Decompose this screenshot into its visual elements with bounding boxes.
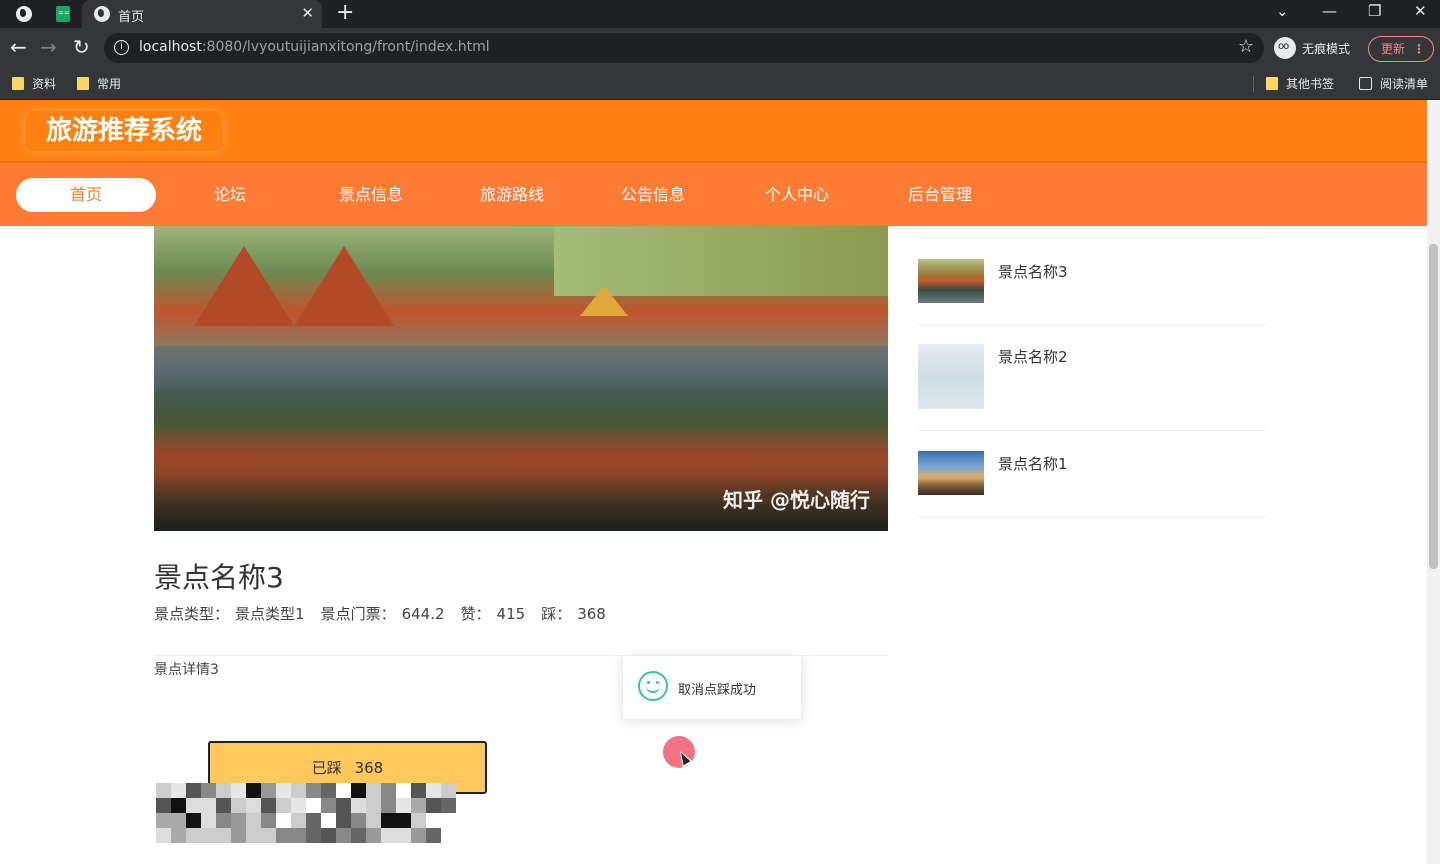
tab-title: 首页 <box>118 10 145 25</box>
page-scrollbar[interactable] <box>1427 100 1440 864</box>
bookmark-separator <box>1253 76 1254 92</box>
sidebar-attraction-item[interactable]: 景点名称3 <box>918 239 1266 325</box>
chevron-down-icon[interactable]: ⌄ <box>1276 2 1289 20</box>
nav-item-admin[interactable]: 后台管理 <box>870 178 1010 212</box>
bookmark-label: 常用 <box>97 77 122 91</box>
reading-list-icon <box>1359 77 1372 90</box>
sidebar-attraction-item[interactable]: 景点名称1 <box>918 431 1266 517</box>
tread-button-count: 368 <box>354 759 384 777</box>
attraction-title: 景点名称3 <box>154 561 284 594</box>
globe-icon <box>94 6 110 22</box>
forward-arrow-icon[interactable]: → <box>40 35 57 59</box>
url-text: localhost:8080/lvyoutuijianxitong/front/… <box>139 39 490 55</box>
attraction-thumbnail[interactable] <box>918 259 984 303</box>
back-arrow-icon[interactable]: ← <box>10 35 27 59</box>
reload-icon[interactable]: ↻ <box>73 35 90 59</box>
sidebar-attraction-name[interactable]: 景点名称2 <box>998 346 1068 367</box>
incognito-icon <box>1274 37 1296 59</box>
nav-item-home[interactable]: 首页 <box>16 178 156 212</box>
app-tab-icon[interactable] <box>56 6 70 22</box>
nav-item-attractions[interactable]: 景点信息 <box>301 178 441 212</box>
site-title: 旅游推荐系统 <box>26 111 222 151</box>
attraction-thumbnail[interactable] <box>918 344 984 409</box>
sidebar-attraction-name[interactable]: 景点名称3 <box>998 261 1068 282</box>
browser-toolbar: ← → ↻ i localhost:8080/lvyoutuijianxiton… <box>0 28 1440 68</box>
type-value: 景点类型1 <box>235 605 305 623</box>
bookmark-label: 资料 <box>32 77 57 91</box>
like-label: 赞： <box>460 605 491 623</box>
folder-icon <box>77 77 89 90</box>
like-value: 415 <box>496 605 526 623</box>
ticket-value: 644.2 <box>401 605 445 623</box>
reading-list[interactable]: 阅读清单 <box>1359 75 1428 92</box>
info-icon[interactable]: i <box>114 40 129 55</box>
window-close-icon[interactable]: ✕ <box>1414 2 1427 20</box>
address-bar[interactable]: i localhost:8080/lvyoutuijianxitong/fron… <box>104 33 1264 63</box>
nav-item-profile[interactable]: 个人中心 <box>727 178 867 212</box>
tread-button-label: 已踩 <box>311 759 342 777</box>
scrollbar-thumb[interactable] <box>1429 244 1438 569</box>
nav-item-notices[interactable]: 公告信息 <box>583 178 723 212</box>
bookmark-item[interactable]: 常用 <box>77 75 121 92</box>
globe-icon[interactable] <box>16 6 32 22</box>
update-button[interactable]: 更新 ⋮ <box>1368 36 1434 62</box>
bookmark-item[interactable]: 资料 <box>12 75 56 92</box>
type-label: 景点类型： <box>154 605 230 623</box>
minimize-icon[interactable]: — <box>1322 2 1337 20</box>
tread-value: 368 <box>577 605 606 623</box>
image-watermark: 知乎 @悦心随行 <box>723 488 870 512</box>
toast-message: 取消点踩成功 <box>678 683 757 698</box>
restore-icon[interactable]: ❐ <box>1368 2 1381 20</box>
folder-icon <box>12 77 24 90</box>
browser-tab-bar: 首页 ✕ + ⌄ — ❐ ✕ <box>0 0 1440 28</box>
success-toast: 取消点踩成功 <box>622 655 802 720</box>
reading-list-label: 阅读清单 <box>1380 77 1429 91</box>
more-vertical-icon: ⋮ <box>1413 42 1425 56</box>
nav-item-forum[interactable]: 论坛 <box>160 178 300 212</box>
update-label: 更新 <box>1381 42 1406 56</box>
bookmark-star-icon[interactable]: ☆ <box>1238 36 1254 57</box>
active-tab[interactable]: 首页 ✕ <box>82 0 322 28</box>
sidebar-attraction-item[interactable]: 景点名称2 <box>918 324 1266 431</box>
ticket-label: 景点门票： <box>320 605 396 623</box>
folder-icon <box>1266 77 1278 90</box>
sidebar-attraction-name[interactable]: 景点名称1 <box>998 453 1068 474</box>
attraction-meta: 景点类型： 景点类型1 景点门票： 644.2 赞： 415 踩： 368 <box>154 603 612 624</box>
smile-icon <box>638 671 668 701</box>
attraction-thumbnail[interactable] <box>918 451 984 495</box>
other-bookmarks-label: 其他书签 <box>1286 77 1335 91</box>
site-header: 旅游推荐系统 <box>0 100 1427 161</box>
new-tab-icon[interactable]: + <box>336 1 354 25</box>
close-icon[interactable]: ✕ <box>301 4 314 22</box>
attraction-image: 知乎 @悦心随行 <box>154 226 888 531</box>
pixelated-region <box>156 783 456 843</box>
nav-item-routes[interactable]: 旅游路线 <box>442 178 582 212</box>
other-bookmarks[interactable]: 其他书签 <box>1266 75 1334 92</box>
bookmarks-bar: 资料 常用 其他书签 阅读清单 <box>0 68 1440 100</box>
incognito-label: 无痕模式 <box>1302 41 1351 56</box>
attraction-detail: 景点详情3 <box>154 662 219 678</box>
main-nav: 首页 论坛 景点信息 旅游路线 公告信息 个人中心 后台管理 <box>0 161 1427 226</box>
incognito-indicator[interactable]: 无痕模式 <box>1274 35 1350 61</box>
tread-label: 踩： <box>541 605 572 623</box>
